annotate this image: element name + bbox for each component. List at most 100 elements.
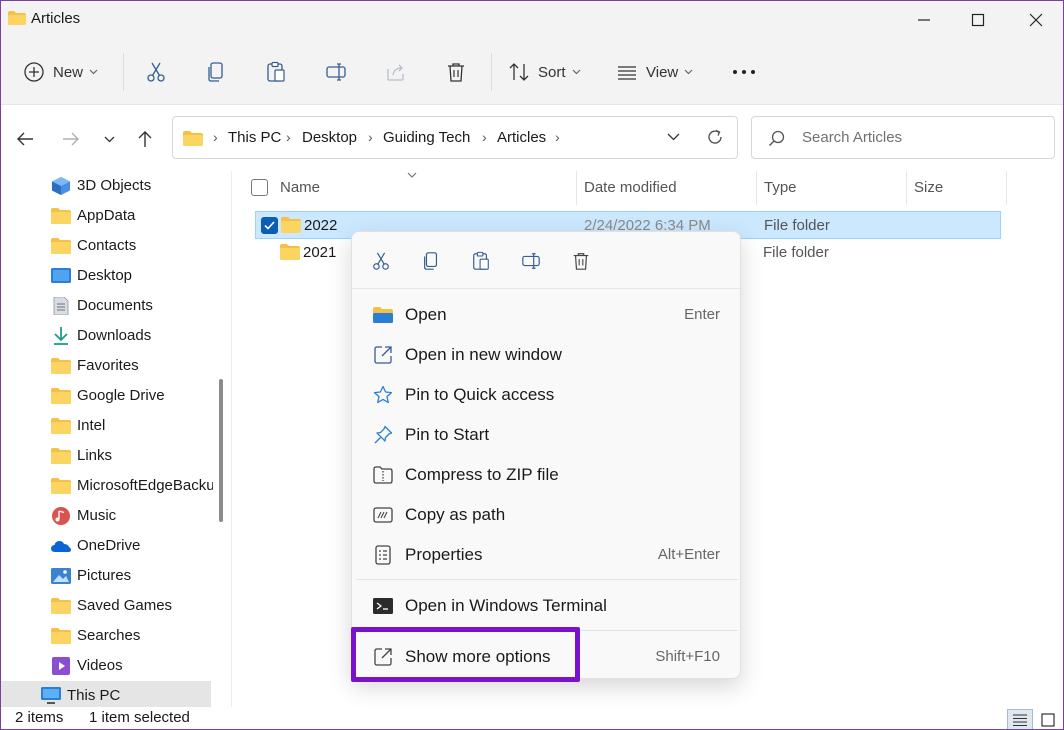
file-name: 2022 bbox=[304, 217, 338, 234]
chevron-down-icon bbox=[89, 69, 98, 75]
menu-item-label: Open in new window bbox=[405, 345, 562, 364]
breadcrumb-this-pc[interactable]: This PC bbox=[228, 129, 281, 146]
sidebar-item-google-drive[interactable]: Google Drive bbox=[1, 381, 211, 411]
select-all-checkbox[interactable] bbox=[251, 179, 268, 196]
menu-item-compress-zip[interactable]: Compress to ZIP file bbox=[356, 455, 738, 495]
sidebar-item-onedrive[interactable]: OneDrive bbox=[1, 531, 211, 561]
chevron-down-icon bbox=[104, 136, 114, 142]
sidebar-item-favorites[interactable]: Favorites bbox=[1, 351, 211, 381]
sort-button[interactable]: Sort bbox=[508, 55, 581, 89]
recent-locations-button[interactable] bbox=[95, 125, 123, 153]
column-header-date-modified[interactable]: Date modified bbox=[584, 179, 677, 196]
close-button[interactable] bbox=[1009, 1, 1063, 39]
sidebar-item-pictures[interactable]: Pictures bbox=[1, 561, 211, 591]
sidebar-item-music[interactable]: Music bbox=[1, 501, 211, 531]
share-button[interactable] bbox=[381, 55, 411, 89]
sidebar-item-appdata[interactable]: AppData bbox=[1, 201, 211, 231]
menu-item-open[interactable]: Open Enter bbox=[356, 295, 738, 335]
view-lines-icon bbox=[618, 66, 636, 80]
column-header-size[interactable]: Size bbox=[914, 179, 943, 196]
large-icons-view-icon bbox=[1041, 713, 1055, 727]
folder-icon bbox=[183, 131, 203, 146]
sidebar-item-label: Downloads bbox=[77, 327, 152, 344]
sidebar-item-intel[interactable]: Intel bbox=[1, 411, 211, 441]
sidebar-item-searches[interactable]: Searches bbox=[1, 621, 211, 651]
folder-icon bbox=[281, 217, 301, 233]
this-pc-icon bbox=[41, 687, 61, 704]
address-bar[interactable]: › This PC › Desktop › Guiding Tech › Art… bbox=[172, 116, 738, 159]
sidebar-item-label: Searches bbox=[77, 627, 141, 644]
sidebar-scrollbar[interactable] bbox=[219, 379, 223, 522]
paste-button[interactable] bbox=[261, 55, 291, 89]
sidebar-item-label: This PC bbox=[67, 687, 121, 704]
clipboard-icon bbox=[267, 61, 285, 82]
menu-item-open-windows-terminal[interactable]: Open in Windows Terminal bbox=[356, 586, 738, 626]
menu-item-copy-as-path[interactable]: Copy as path bbox=[356, 495, 738, 535]
sidebar-item-label: Saved Games bbox=[77, 597, 173, 614]
maximize-button[interactable] bbox=[951, 1, 1005, 39]
sidebar-item-links[interactable]: Links bbox=[1, 441, 211, 471]
new-button[interactable]: New bbox=[23, 55, 98, 89]
item-count: 2 items bbox=[15, 709, 64, 726]
details-view-toggle[interactable] bbox=[1007, 709, 1033, 729]
file-explorer-window: Articles New Sort View › This PC › Deskt… bbox=[0, 0, 1064, 730]
chevron-down-icon bbox=[572, 69, 580, 75]
sidebar-item-desktop[interactable]: Desktop bbox=[1, 261, 211, 291]
sidebar-item-label: MicrosoftEdgeBackups bbox=[77, 477, 213, 494]
downloads-icon bbox=[54, 327, 68, 345]
context-delete-button[interactable] bbox=[566, 246, 596, 276]
column-header-type[interactable]: Type bbox=[764, 179, 797, 196]
delete-button[interactable] bbox=[441, 55, 471, 89]
folder-icon bbox=[51, 358, 71, 374]
rename-icon bbox=[326, 63, 346, 81]
scissors-icon bbox=[147, 62, 165, 82]
3d-objects-icon bbox=[52, 177, 70, 195]
context-copy-button[interactable] bbox=[416, 246, 446, 276]
column-divider[interactable] bbox=[1006, 171, 1007, 205]
sidebar-item-label: Links bbox=[77, 447, 113, 464]
large-icons-view-toggle[interactable] bbox=[1035, 709, 1061, 729]
chevron-down-icon[interactable] bbox=[667, 133, 680, 141]
menu-item-label: Open bbox=[405, 305, 447, 324]
sidebar-item-contacts[interactable]: Contacts bbox=[1, 231, 211, 261]
column-divider[interactable] bbox=[576, 171, 577, 205]
details-view-icon bbox=[1013, 714, 1027, 726]
context-rename-button[interactable] bbox=[516, 246, 546, 276]
back-button[interactable] bbox=[11, 125, 39, 153]
menu-item-open-in-new-window[interactable]: Open in new window bbox=[356, 335, 738, 375]
column-header-name[interactable]: Name bbox=[280, 179, 320, 196]
sidebar-item-videos[interactable]: Videos bbox=[1, 651, 211, 681]
menu-item-pin-to-start[interactable]: Pin to Start bbox=[356, 415, 738, 455]
forward-button[interactable] bbox=[57, 125, 85, 153]
context-paste-button[interactable] bbox=[466, 246, 496, 276]
refresh-icon[interactable] bbox=[706, 128, 724, 146]
menu-item-properties[interactable]: Properties Alt+Enter bbox=[356, 535, 738, 575]
breadcrumb-guiding-tech[interactable]: Guiding Tech bbox=[383, 129, 470, 146]
search-placeholder: Search Articles bbox=[802, 129, 903, 146]
copy-button[interactable] bbox=[201, 55, 231, 89]
context-cut-button[interactable] bbox=[366, 246, 396, 276]
trash-icon bbox=[448, 63, 464, 82]
menu-item-pin-quick-access[interactable]: Pin to Quick access bbox=[356, 375, 738, 415]
folder-icon bbox=[51, 238, 71, 254]
sidebar-item-label: Intel bbox=[77, 417, 106, 434]
up-button[interactable] bbox=[131, 125, 159, 153]
sidebar-item-label: Contacts bbox=[77, 237, 137, 254]
breadcrumb-desktop[interactable]: Desktop bbox=[302, 129, 357, 146]
view-button[interactable]: View bbox=[616, 55, 693, 89]
column-divider[interactable] bbox=[906, 171, 907, 205]
sidebar-item-saved-games[interactable]: Saved Games bbox=[1, 591, 211, 621]
column-divider[interactable] bbox=[756, 171, 757, 205]
sidebar-item-microsoftedgebackups[interactable]: MicrosoftEdgeBackups bbox=[1, 471, 213, 501]
cut-button[interactable] bbox=[141, 55, 171, 89]
ellipsis-icon bbox=[733, 70, 755, 74]
more-options-button[interactable] bbox=[729, 55, 759, 89]
sidebar-item-3d-objects[interactable]: 3D Objects bbox=[1, 171, 211, 201]
rename-button[interactable] bbox=[321, 55, 351, 89]
search-box[interactable]: Search Articles bbox=[751, 116, 1055, 159]
sidebar-item-downloads[interactable]: Downloads bbox=[1, 321, 211, 351]
breadcrumb-articles[interactable]: Articles bbox=[497, 129, 546, 146]
row-checkbox[interactable] bbox=[261, 217, 278, 234]
minimize-button[interactable] bbox=[897, 1, 951, 39]
sidebar-item-documents[interactable]: Documents bbox=[1, 291, 211, 321]
